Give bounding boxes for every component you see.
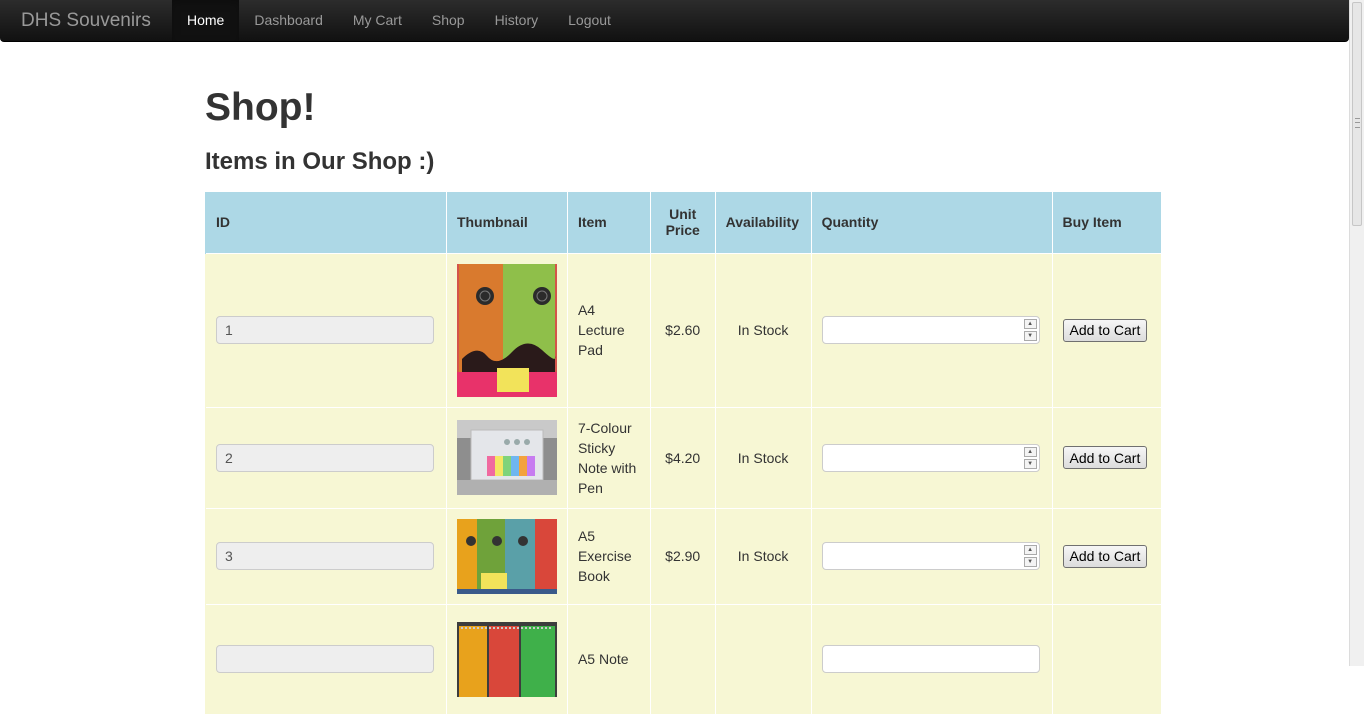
spinner-buttons[interactable]: ▲ ▼	[1023, 319, 1037, 341]
table-header-row: ID Thumbnail Item Unit Price Availabilit…	[205, 192, 1161, 253]
table-row: A5 Note	[205, 603, 1161, 714]
quantity-stepper[interactable]: ▲ ▼	[821, 316, 1040, 344]
nav-menu: Home Dashboard My Cart Shop History Logo…	[172, 0, 626, 41]
quantity-cell: ▲ ▼	[810, 507, 1053, 604]
buy-cell: Add to Cart	[1051, 252, 1161, 407]
sticky-note-thumbnail	[456, 420, 557, 495]
id-cell	[205, 252, 447, 407]
id-cell	[205, 507, 447, 604]
item-id-field	[216, 316, 434, 344]
thumbnail-cell	[445, 603, 568, 714]
quantity-input[interactable]	[821, 645, 1040, 674]
availability-cell: In Stock	[714, 252, 812, 407]
spin-up-icon[interactable]: ▲	[1023, 446, 1037, 457]
quantity-stepper[interactable]	[821, 645, 1040, 674]
spinner-buttons[interactable]: ▲ ▼	[1023, 545, 1037, 567]
nav-logout[interactable]: Logout	[553, 0, 626, 41]
item-id-field	[216, 443, 434, 472]
header-id: ID	[205, 192, 447, 253]
header-item: Item	[566, 192, 651, 253]
item-id-field	[216, 645, 434, 674]
exercise-book-thumbnail	[456, 518, 557, 594]
thumbnail-cell	[445, 406, 568, 508]
table-row: A5 Exercise Book $2.90 In Stock ▲ ▼ Add …	[205, 507, 1161, 604]
header-quantity: Quantity	[810, 192, 1053, 253]
quantity-stepper[interactable]: ▲ ▼	[821, 443, 1040, 472]
item-name-cell: A5 Note	[566, 603, 651, 714]
header-buy-item: Buy Item	[1051, 192, 1161, 253]
unit-price-cell: $2.90	[649, 507, 716, 604]
header-availability: Availability	[714, 192, 812, 253]
nav-home[interactable]: Home	[172, 0, 240, 41]
nav-dashboard[interactable]: Dashboard	[239, 0, 338, 41]
thumbnail-cell	[445, 507, 568, 604]
scrollbar-grip-icon	[1355, 118, 1360, 128]
page-scrollbar[interactable]	[1349, 0, 1364, 666]
buy-cell	[1051, 603, 1161, 714]
buy-cell: Add to Cart	[1051, 507, 1161, 604]
item-name-cell: 7-Colour Sticky Note with Pen	[566, 406, 651, 508]
spinner-buttons[interactable]: ▲ ▼	[1023, 446, 1037, 469]
availability-cell	[714, 603, 812, 714]
note-book-thumbnail	[456, 621, 557, 697]
add-to-cart-button[interactable]: Add to Cart	[1062, 544, 1148, 568]
quantity-input[interactable]	[821, 316, 1040, 344]
nav-shop[interactable]: Shop	[417, 0, 480, 41]
quantity-cell	[810, 603, 1053, 714]
nav-history[interactable]: History	[480, 0, 554, 41]
availability-cell: In Stock	[714, 406, 812, 508]
spin-down-icon[interactable]: ▼	[1023, 557, 1037, 567]
thumbnail-cell	[445, 252, 568, 407]
quantity-input[interactable]	[821, 542, 1040, 570]
unit-price-cell: $2.60	[649, 252, 716, 407]
header-thumbnail: Thumbnail	[445, 192, 568, 253]
navbar: DHS Souvenirs Home Dashboard My Cart Sho…	[0, 0, 1349, 42]
page-title: Shop!	[205, 86, 316, 129]
item-name-cell: A5 Exercise Book	[566, 507, 651, 604]
section-title: Items in Our Shop :)	[205, 148, 435, 175]
item-id-field	[216, 542, 434, 570]
scrollbar-thumb[interactable]	[1352, 2, 1362, 226]
shop-table: ID Thumbnail Item Unit Price Availabilit…	[205, 192, 1161, 714]
quantity-cell: ▲ ▼	[810, 406, 1053, 508]
nav-my-cart[interactable]: My Cart	[338, 0, 417, 41]
table-row: A4 Lecture Pad $2.60 In Stock ▲ ▼ Add to…	[205, 252, 1161, 407]
buy-cell: Add to Cart	[1051, 406, 1161, 508]
spin-down-icon[interactable]: ▼	[1023, 331, 1037, 341]
spin-up-icon[interactable]: ▲	[1023, 545, 1037, 555]
add-to-cart-button[interactable]: Add to Cart	[1062, 318, 1148, 342]
id-cell	[205, 406, 447, 508]
id-cell	[205, 603, 447, 714]
add-to-cart-button[interactable]: Add to Cart	[1062, 446, 1148, 469]
a4-lecture-pad-thumbnail	[456, 263, 557, 397]
unit-price-cell: $4.20	[649, 406, 716, 508]
spin-down-icon[interactable]: ▼	[1023, 458, 1037, 469]
header-unit-price: Unit Price	[649, 192, 716, 253]
brand-logo[interactable]: DHS Souvenirs	[21, 10, 151, 32]
quantity-input[interactable]	[821, 443, 1040, 472]
unit-price-cell	[649, 603, 716, 714]
quantity-cell: ▲ ▼	[810, 252, 1053, 407]
item-name-cell: A4 Lecture Pad	[566, 252, 651, 407]
table-row: 7-Colour Sticky Note with Pen $4.20 In S…	[205, 406, 1161, 508]
spin-up-icon[interactable]: ▲	[1023, 319, 1037, 329]
availability-cell: In Stock	[714, 507, 812, 604]
quantity-stepper[interactable]: ▲ ▼	[821, 542, 1040, 570]
